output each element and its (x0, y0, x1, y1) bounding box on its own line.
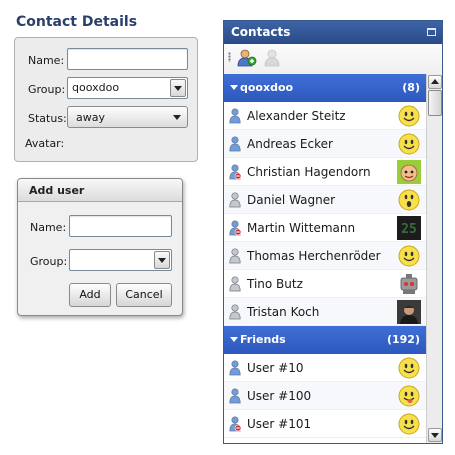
contact-row[interactable]: User #101 (224, 410, 426, 438)
status-selectbox-value: away (76, 111, 105, 124)
tongue-avatar-icon (398, 385, 420, 407)
collapse-arrow-icon[interactable] (230, 85, 238, 90)
contact-name: Thomas Herchenröder (247, 249, 381, 263)
contact-name: Christian Hagendorn (247, 165, 371, 179)
robot-avatar-icon (397, 272, 421, 296)
contact-status-icon (229, 416, 241, 432)
smiley-avatar-icon (398, 133, 420, 155)
contact-row[interactable]: Alexander Steitz (224, 102, 426, 130)
digital-25-avatar-icon: 25 (397, 216, 421, 240)
contact-row[interactable]: Christian Hagendorn (224, 158, 426, 186)
contact-status-icon (229, 136, 241, 152)
add-contact-icon[interactable] (237, 49, 257, 67)
contact-row[interactable]: Tino Butz (224, 270, 426, 298)
contact-status-icon (229, 360, 241, 376)
contact-status-icon (229, 276, 241, 292)
chevron-down-icon[interactable] (170, 79, 186, 97)
maximize-icon[interactable] (427, 28, 436, 36)
contacts-window: Contacts qooxdoo (8) Alexander Steitz Andre… (223, 20, 443, 444)
contact-status-icon (229, 248, 241, 264)
add-user-name-field[interactable] (69, 215, 172, 237)
contact-group-header[interactable]: Friends (192) (224, 326, 426, 354)
collapse-arrow-icon[interactable] (230, 337, 238, 342)
svg-text:25: 25 (401, 222, 417, 237)
contact-name: Tristan Koch (247, 305, 320, 319)
scrollbar-thumb[interactable] (428, 90, 442, 116)
scroll-down-icon[interactable] (428, 428, 442, 442)
contact-name: User #100 (247, 389, 312, 403)
contact-name: Martin Wittemann (247, 221, 356, 235)
add-user-group-label: Group: (30, 255, 68, 268)
add-button[interactable]: Add (69, 283, 111, 307)
group-count: (8) (402, 81, 420, 94)
contact-row[interactable]: Martin Wittemann 25 (224, 214, 426, 242)
add-user-window: Add user Name: Group: Add Cancel (17, 178, 183, 316)
contact-row[interactable]: Daniel Wagner (224, 186, 426, 214)
contacts-window-title: Contacts (231, 25, 291, 39)
name-field[interactable] (67, 48, 188, 70)
photo-avatar-icon (397, 300, 421, 324)
contact-row[interactable]: User #100 (224, 382, 426, 410)
contact-name: Tino Butz (247, 277, 303, 291)
status-selectbox[interactable]: away (67, 106, 188, 128)
contact-name: Alexander Steitz (247, 109, 346, 123)
toolbar-grip-icon (228, 52, 231, 62)
group-combobox-value: qooxdoo (72, 81, 120, 94)
contact-row[interactable]: User #10 (224, 354, 426, 382)
contact-status-icon (229, 192, 241, 208)
contact-name: Andreas Ecker (247, 137, 333, 151)
surprised-avatar-icon (398, 189, 420, 211)
group-name: qooxdoo (240, 81, 294, 94)
name-label: Name: (28, 54, 65, 67)
contacts-list[interactable]: qooxdoo (8) Alexander Steitz Andreas Ecker C… (224, 74, 426, 443)
contact-row[interactable]: Tristan Koch (224, 298, 426, 326)
remove-contact-icon[interactable] (264, 49, 284, 67)
avatar-label: Avatar: (25, 137, 65, 150)
contact-details-title: Contact Details (16, 14, 138, 30)
contact-name: User #10 (247, 361, 304, 375)
group-label: Group: (28, 83, 66, 96)
smiley-avatar-icon (398, 413, 420, 435)
contacts-window-caption[interactable]: Contacts (224, 21, 442, 44)
smiley-avatar-icon (398, 245, 420, 267)
contact-row[interactable]: Andreas Ecker (224, 130, 426, 158)
contact-status-icon (229, 164, 241, 180)
cartoon-avatar-icon (397, 160, 421, 184)
add-user-name-label: Name: (30, 221, 67, 234)
add-user-window-caption[interactable]: Add user (18, 179, 182, 202)
smiley-avatar-icon (398, 357, 420, 379)
chevron-down-icon (173, 115, 181, 120)
group-count: (192) (386, 333, 420, 346)
smiley-avatar-icon (398, 105, 420, 127)
contact-group-header[interactable]: qooxdoo (8) (224, 74, 426, 102)
contact-row[interactable]: Thomas Herchenröder (224, 242, 426, 270)
group-combobox[interactable]: qooxdoo (67, 77, 188, 99)
contact-status-icon (229, 220, 241, 236)
contacts-scrollbar[interactable] (426, 74, 442, 443)
cancel-button[interactable]: Cancel (116, 283, 172, 307)
contact-status-icon (229, 388, 241, 404)
scroll-up-icon[interactable] (428, 75, 442, 89)
chevron-down-icon[interactable] (154, 251, 170, 269)
group-name: Friends (240, 333, 286, 346)
contact-name: Daniel Wagner (247, 193, 336, 207)
contact-status-icon (229, 304, 241, 320)
contact-name: User #101 (247, 417, 312, 431)
contact-status-icon (229, 108, 241, 124)
add-user-group-combobox[interactable] (69, 249, 172, 271)
status-label: Status: (28, 112, 67, 125)
contact-details-form: Name: Group: qooxdoo Status: away Avatar… (14, 37, 198, 162)
